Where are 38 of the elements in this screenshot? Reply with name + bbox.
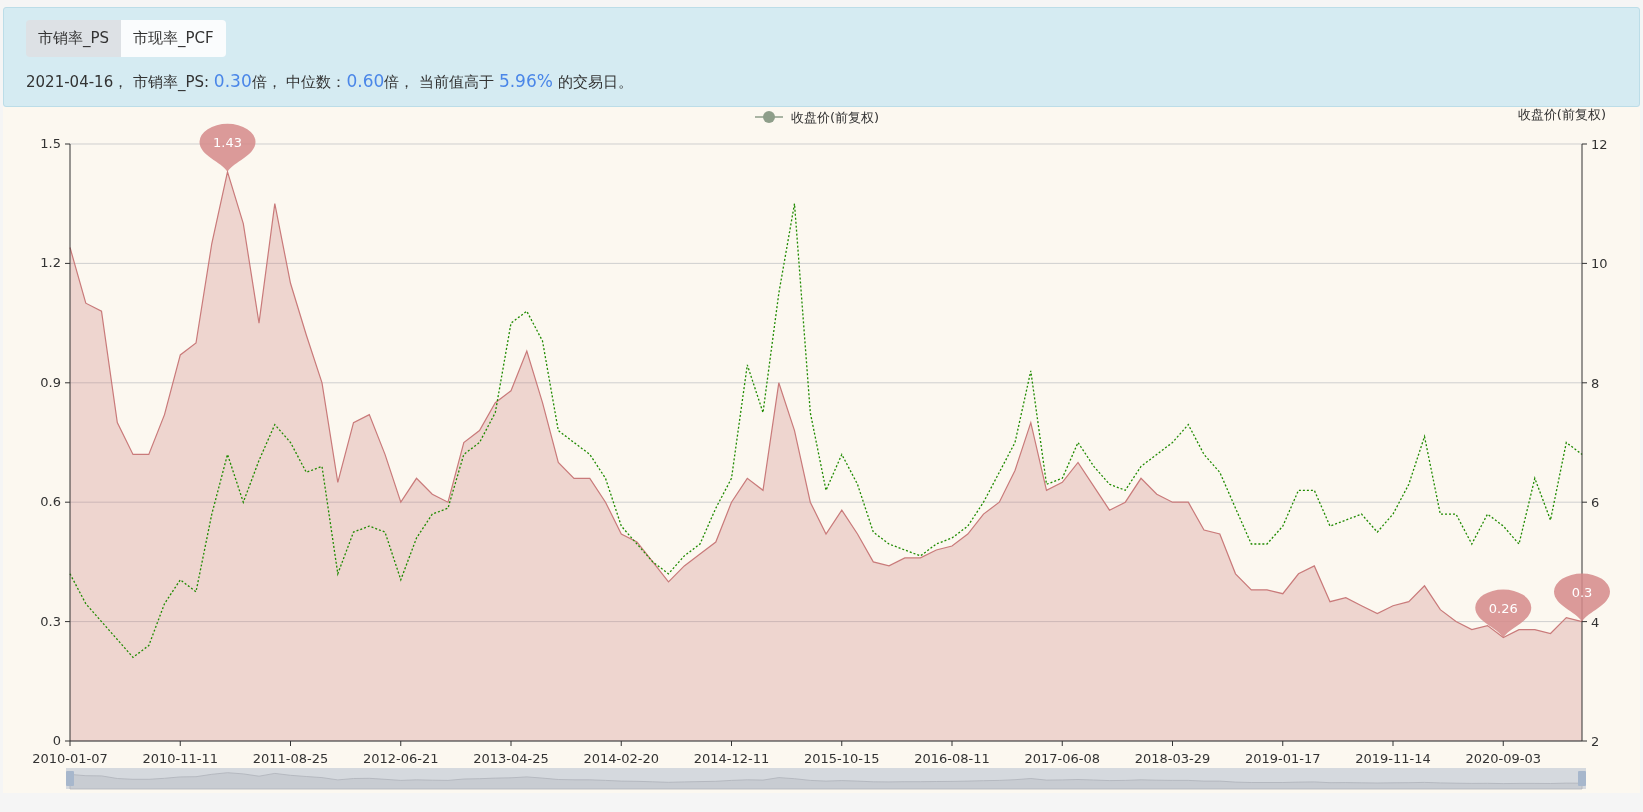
pin-label: 0.26 <box>1488 600 1518 616</box>
axis-label: 2013-04-25 <box>473 751 549 766</box>
axis-label: 2014-02-20 <box>583 751 660 766</box>
legend-marker[interactable] <box>754 111 784 123</box>
axis-label: 2017-06-08 <box>1024 751 1101 766</box>
axis-label: 2016-08-11 <box>914 751 990 766</box>
axis-label: 2019-01-17 <box>1244 751 1321 766</box>
axis-label: 2010-11-11 <box>142 751 219 766</box>
summary-text: 2021-04-16， 市销率_PS: 0.30倍， 中位数：0.60倍， 当前值高于 5.96% 的交易日。 <box>26 71 634 92</box>
annotation-pin <box>1475 589 1532 638</box>
axis-label: 10 <box>1591 256 1608 272</box>
pin-label: 0.3 <box>1571 584 1593 600</box>
axis-label: 2012-06-21 <box>362 751 439 766</box>
axis-label: 0.9 <box>40 374 61 390</box>
annotation-pin <box>199 123 256 172</box>
axis-label: 2019-11-14 <box>1355 751 1431 766</box>
axis-label: 12 <box>1591 137 1608 152</box>
axis-label: 1.2 <box>40 255 61 271</box>
axis-label: 4 <box>1591 614 1600 630</box>
axis-title: 收盘价(前复权) <box>1517 107 1606 122</box>
axis-label: 0.6 <box>40 494 61 510</box>
tab[interactable]: 市销率_PS <box>26 20 122 57</box>
pin-label: 1.43 <box>213 134 242 150</box>
axis-label: 2018-03-29 <box>1134 751 1211 766</box>
axis-label: 8 <box>1591 375 1600 391</box>
axis-label: 0.3 <box>40 613 61 629</box>
axis-label: 6 <box>1591 495 1600 511</box>
axis-label: 2014-12-11 <box>693 751 770 766</box>
axis-label: 2020-09-03 <box>1465 751 1542 766</box>
axis-label: 0 <box>52 733 61 748</box>
zoom-slider[interactable] <box>66 768 1586 790</box>
axis-label: 1.5 <box>40 136 61 151</box>
axis-label: 2015-10-15 <box>803 751 880 766</box>
axis-label: 2010-01-07 <box>32 751 108 766</box>
legend-label[interactable]: 收盘价(前复权) <box>791 110 880 125</box>
axis-label: 2011-08-25 <box>252 751 329 766</box>
tab[interactable]: 市现率_PCF <box>121 20 226 57</box>
axis-label: 2 <box>1591 734 1600 749</box>
